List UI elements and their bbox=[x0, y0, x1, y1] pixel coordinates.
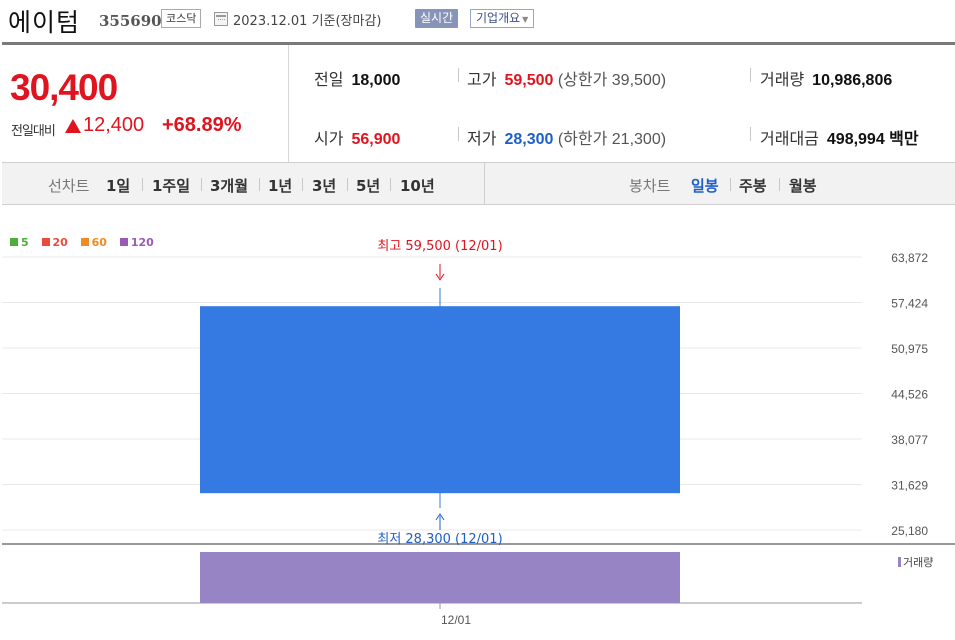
stat-divider bbox=[750, 127, 751, 141]
low-stat: 저가 28,300 (하한가 21,300) bbox=[467, 125, 666, 149]
change-rate: +68.89% bbox=[162, 114, 242, 136]
toolbar-divider bbox=[259, 178, 260, 191]
toolbar-divider bbox=[347, 178, 348, 191]
low-annotation: 최저 28,300 (12/01) bbox=[377, 532, 502, 547]
low-value: 28,300 bbox=[504, 131, 554, 148]
toolbar-divider bbox=[142, 178, 143, 191]
y-tick-label: 57,424 bbox=[891, 296, 928, 310]
lower-limit: (하한가 21,300) bbox=[557, 131, 667, 148]
volume-stat: 거래량 10,986,806 bbox=[760, 66, 892, 90]
change-value: 12,400 bbox=[83, 114, 145, 136]
volume-swatch bbox=[898, 557, 901, 567]
prev-close-label: 전일 bbox=[314, 72, 344, 89]
amount-value: 498,994 백만 bbox=[826, 131, 919, 148]
stock-code: 355690 bbox=[99, 12, 162, 30]
high-value: 59,500 bbox=[504, 72, 554, 89]
y-tick-label: 25,180 bbox=[891, 524, 928, 538]
period-10y[interactable]: 10년 bbox=[400, 175, 435, 196]
caret-down-icon: ▼ bbox=[522, 15, 529, 24]
volume-value: 10,986,806 bbox=[812, 72, 893, 89]
period-1y[interactable]: 1년 bbox=[268, 175, 292, 196]
candle-chart-label: 봉차트 bbox=[629, 177, 671, 195]
period-5y[interactable]: 5년 bbox=[356, 175, 380, 196]
high-stat: 고가 59,500 (상한가 39,500) bbox=[467, 66, 666, 90]
stat-divider bbox=[750, 68, 751, 82]
stock-header: 에이텀 355690 코스닥 2023.12.01 기준(장마감) 실시간 기업… bbox=[0, 0, 955, 42]
low-label: 저가 bbox=[467, 131, 497, 148]
toolbar-divider bbox=[390, 178, 391, 191]
market-badge: 코스닥 bbox=[161, 9, 202, 28]
y-tick-label: 31,629 bbox=[891, 478, 928, 492]
quote-summary: 30,400 전일대비 12,400 +68.89% 전일 18,000 고가 59… bbox=[2, 45, 955, 163]
company-overview-label: 기업개요 bbox=[476, 11, 521, 25]
prev-close-value: 18,000 bbox=[351, 72, 401, 89]
stat-divider bbox=[458, 127, 459, 141]
period-daily[interactable]: 일봉 bbox=[691, 175, 719, 196]
period-3m[interactable]: 3개월 bbox=[210, 175, 248, 196]
period-1d[interactable]: 1일 bbox=[106, 175, 130, 196]
upper-limit: (상한가 39,500) bbox=[557, 72, 667, 89]
open-value: 56,900 bbox=[351, 131, 401, 148]
toolbar-divider bbox=[730, 178, 731, 191]
volume-label: 거래량 bbox=[760, 72, 805, 89]
x-tick-label: 12/01 bbox=[441, 613, 471, 627]
amount-stat: 거래대금 498,994 백만 bbox=[760, 125, 919, 149]
period-3y[interactable]: 3년 bbox=[312, 175, 336, 196]
chart-period-toolbar: 선차트 1일 1주일 3개월 1년 3년 5년 10년 봉차트 일봉 주봉 월봉 bbox=[2, 163, 955, 205]
toolbar-divider bbox=[201, 178, 202, 191]
high-annotation: 최고 59,500 (12/01) bbox=[377, 239, 502, 254]
y-tick-label: 63,872 bbox=[891, 251, 928, 265]
y-tick-label: 50,975 bbox=[891, 342, 928, 356]
company-overview-button[interactable]: 기업개요 ▼ bbox=[470, 9, 535, 28]
amount-label: 거래대금 bbox=[760, 131, 819, 148]
price-panel: 30,400 전일대비 12,400 +68.89% bbox=[2, 45, 289, 162]
open-stat: 시가 56,900 bbox=[314, 125, 400, 149]
toolbar-divider bbox=[302, 178, 303, 191]
current-price: 30,400 bbox=[10, 67, 118, 108]
period-weekly[interactable]: 주봉 bbox=[739, 175, 767, 196]
change-label: 전일대비 bbox=[11, 124, 56, 139]
volume-legend-label: 거래량 bbox=[903, 556, 934, 569]
volume-legend: 거래량 bbox=[898, 554, 933, 570]
y-tick-label: 38,077 bbox=[891, 433, 928, 447]
stock-name: 에이텀 bbox=[8, 8, 81, 37]
toolbar-divider bbox=[779, 178, 780, 191]
line-chart-label: 선차트 bbox=[48, 177, 90, 195]
prev-close-stat: 전일 18,000 bbox=[314, 66, 400, 90]
y-tick-label: 44,526 bbox=[891, 388, 928, 402]
up-triangle-icon bbox=[65, 119, 81, 133]
stat-divider bbox=[458, 68, 459, 82]
candle-body bbox=[200, 306, 680, 494]
open-label: 시가 bbox=[314, 131, 344, 148]
date-text: 2023.12.01 기준(장마감) bbox=[233, 14, 382, 29]
calendar-icon bbox=[214, 12, 228, 26]
volume-bar bbox=[200, 552, 680, 603]
price-chart[interactable]: 63,872 57,424 50,975 44,526 38,077 31,629 25,1… bbox=[0, 205, 955, 640]
realtime-button[interactable]: 실시간 bbox=[415, 9, 459, 28]
period-1w[interactable]: 1주일 bbox=[152, 175, 190, 196]
period-monthly[interactable]: 월봉 bbox=[789, 175, 817, 196]
toolbar-section-divider bbox=[484, 163, 485, 204]
high-label: 고가 bbox=[467, 72, 497, 89]
